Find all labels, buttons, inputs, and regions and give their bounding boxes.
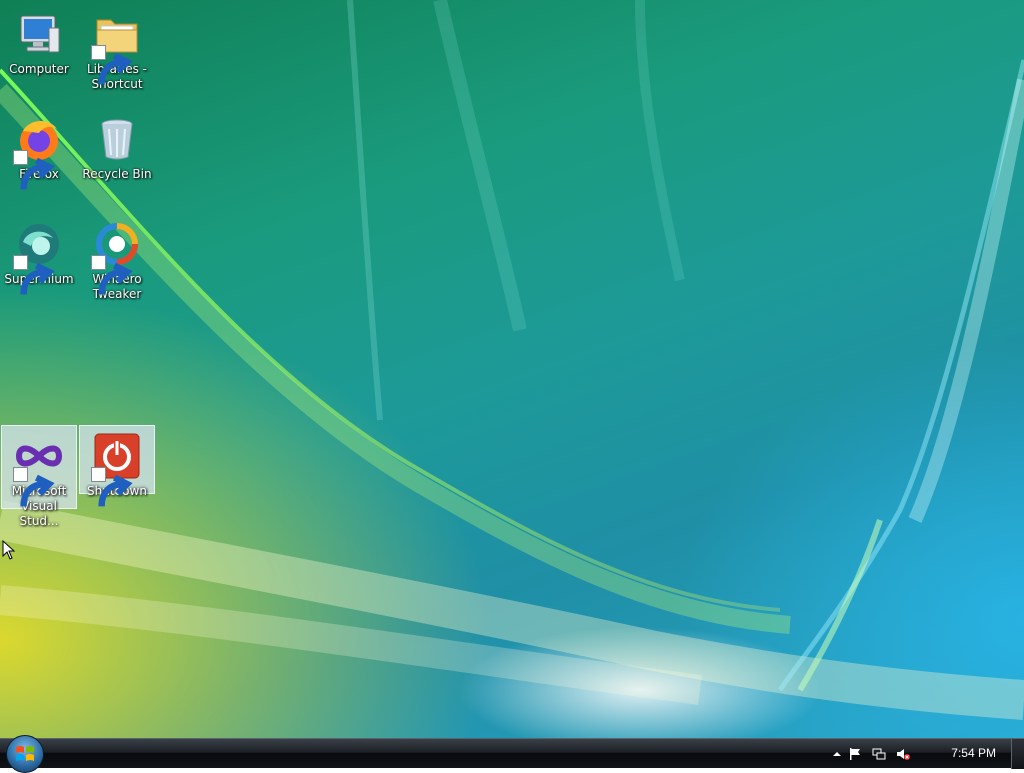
taskbar: 7:54 PM	[0, 735, 1024, 773]
computer-icon	[20, 15, 60, 53]
shortcut-arrow-icon	[13, 255, 55, 295]
desktop-icon-shutdown[interactable]: Shutdown	[79, 425, 155, 507]
windows-start-orb-icon	[16, 746, 34, 761]
shortcut-arrow-icon	[91, 45, 133, 85]
mouse-cursor-icon	[2, 540, 16, 560]
shortcut-arrow-icon	[91, 255, 133, 295]
action-center-flag-icon[interactable]	[848, 747, 862, 761]
desktop-icon-libraries-shortcut[interactable]: Libraries - Shortcut	[79, 4, 155, 91]
start-button[interactable]	[6, 735, 44, 773]
volume-muted-icon[interactable]	[896, 747, 910, 761]
desktop-icon-label: Recycle Bin	[82, 167, 152, 181]
recycle-bin-icon	[101, 119, 133, 160]
desktop-icon-firefox[interactable]: Firefox	[1, 109, 77, 193]
desktop-icon-visual-studio[interactable]: Microsoft Visual Stud...	[1, 425, 77, 528]
shortcut-arrow-icon	[91, 467, 133, 507]
desktop-icon-recycle-bin[interactable]: Recycle Bin	[79, 109, 155, 193]
desktop-icon-computer[interactable]: Computer	[1, 4, 77, 88]
shortcut-arrow-icon	[13, 150, 55, 190]
desktop-icon-winaero-tweaker[interactable]: Winaero Tweaker	[79, 214, 155, 301]
show-hidden-icons-arrow[interactable]	[830, 747, 844, 761]
taskbar-clock[interactable]: 7:54 PM	[951, 746, 996, 760]
network-icon[interactable]	[872, 747, 886, 761]
show-desktop-button[interactable]	[1011, 739, 1024, 769]
shortcut-arrow-icon	[13, 467, 55, 507]
desktop-icon-label: Computer	[9, 62, 69, 76]
desktop-icon-supermium[interactable]: Supermium	[1, 214, 77, 298]
